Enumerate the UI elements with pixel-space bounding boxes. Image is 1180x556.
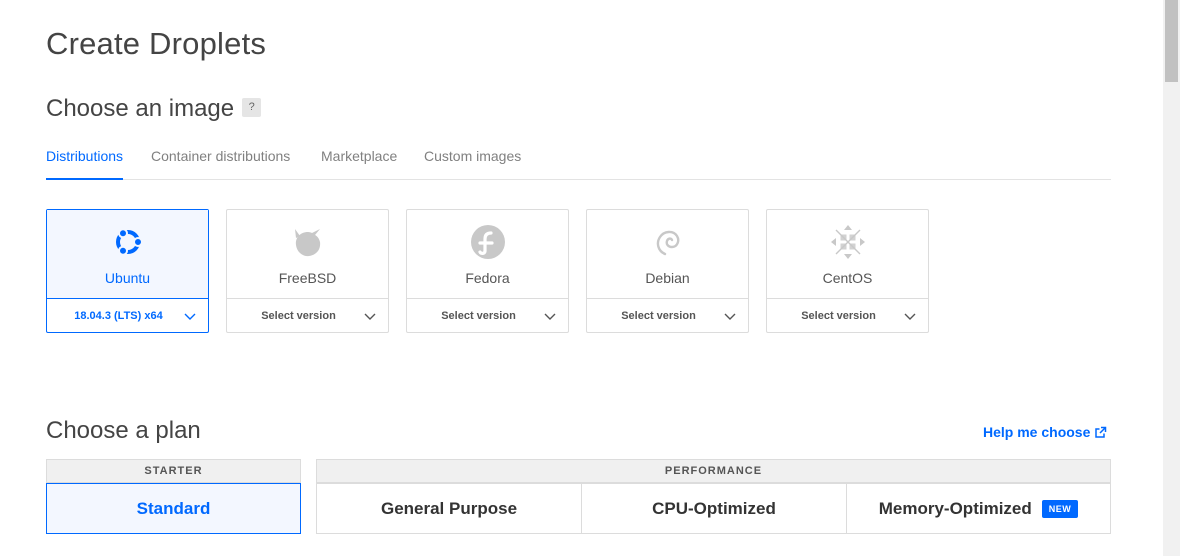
version-select[interactable]: Select version xyxy=(407,298,568,334)
version-label: Select version xyxy=(261,310,336,322)
distro-card-debian[interactable]: Debian Select version xyxy=(586,209,749,333)
version-label: Select version xyxy=(621,310,696,322)
image-section-title-text: Choose an image xyxy=(46,95,235,122)
image-tabs: Distributions Container distributions Ma… xyxy=(46,148,1111,180)
plan-section-title: Choose a plan xyxy=(46,417,201,444)
tab-marketplace[interactable]: Marketplace xyxy=(321,148,397,178)
version-select[interactable]: 18.04.3 (LTS) x64 xyxy=(47,298,208,334)
distro-name: Ubuntu xyxy=(104,270,151,286)
distro-card-freebsd[interactable]: FreeBSD Select version xyxy=(226,209,389,333)
group-header-starter: STARTER xyxy=(46,459,301,483)
distro-name: CentOS xyxy=(822,270,873,286)
chevron-down-icon xyxy=(904,313,916,320)
help-badge[interactable]: ? xyxy=(242,98,262,118)
plan-general-purpose[interactable]: General Purpose xyxy=(316,483,582,534)
plan-label: Memory-Optimized xyxy=(878,499,1032,518)
new-badge: NEW xyxy=(1041,500,1079,518)
plan-memory-optimized[interactable]: Memory-Optimized NEW xyxy=(846,483,1111,534)
fedora-icon xyxy=(470,225,505,259)
help-link-label: Help me choose xyxy=(983,424,1091,440)
tab-container-distributions[interactable]: Container distributions xyxy=(151,148,290,178)
chevron-down-icon xyxy=(724,313,736,320)
distro-card-fedora[interactable]: Fedora Select version xyxy=(406,209,569,333)
chevron-down-icon xyxy=(364,313,376,320)
help-me-choose-link[interactable]: Help me choose xyxy=(983,424,1107,440)
distro-name: Debian xyxy=(645,270,690,286)
plan-standard[interactable]: Standard xyxy=(46,483,301,534)
external-link-icon xyxy=(1095,426,1107,438)
tab-custom-images[interactable]: Custom images xyxy=(424,148,521,178)
tab-distributions[interactable]: Distributions xyxy=(46,148,124,180)
version-label: 18.04.3 (LTS) x64 xyxy=(74,310,163,322)
centos-icon xyxy=(830,225,865,259)
scrollbar-thumb[interactable] xyxy=(1165,0,1178,82)
chevron-down-icon xyxy=(184,313,196,320)
distro-card-ubuntu[interactable]: Ubuntu 18.04.3 (LTS) x64 xyxy=(46,209,209,333)
debian-icon xyxy=(656,230,679,256)
page-title: Create Droplets xyxy=(46,26,267,61)
version-select[interactable]: Select version xyxy=(587,298,748,334)
plan-cpu-optimized[interactable]: CPU-Optimized xyxy=(581,483,847,534)
distro-card-centos[interactable]: CentOS Select version xyxy=(766,209,929,333)
ubuntu-icon xyxy=(115,228,143,256)
distro-name: Fedora xyxy=(465,270,510,286)
version-label: Select version xyxy=(441,310,516,322)
group-header-performance: PERFORMANCE xyxy=(316,459,1111,483)
freebsd-icon xyxy=(294,229,320,257)
version-select[interactable]: Select version xyxy=(767,298,928,334)
image-section-title: Choose an image? xyxy=(46,95,262,123)
chevron-down-icon xyxy=(544,313,556,320)
distro-name: FreeBSD xyxy=(278,270,337,286)
scrollbar[interactable] xyxy=(1163,0,1180,556)
version-select[interactable]: Select version xyxy=(227,298,388,334)
version-label: Select version xyxy=(801,310,876,322)
